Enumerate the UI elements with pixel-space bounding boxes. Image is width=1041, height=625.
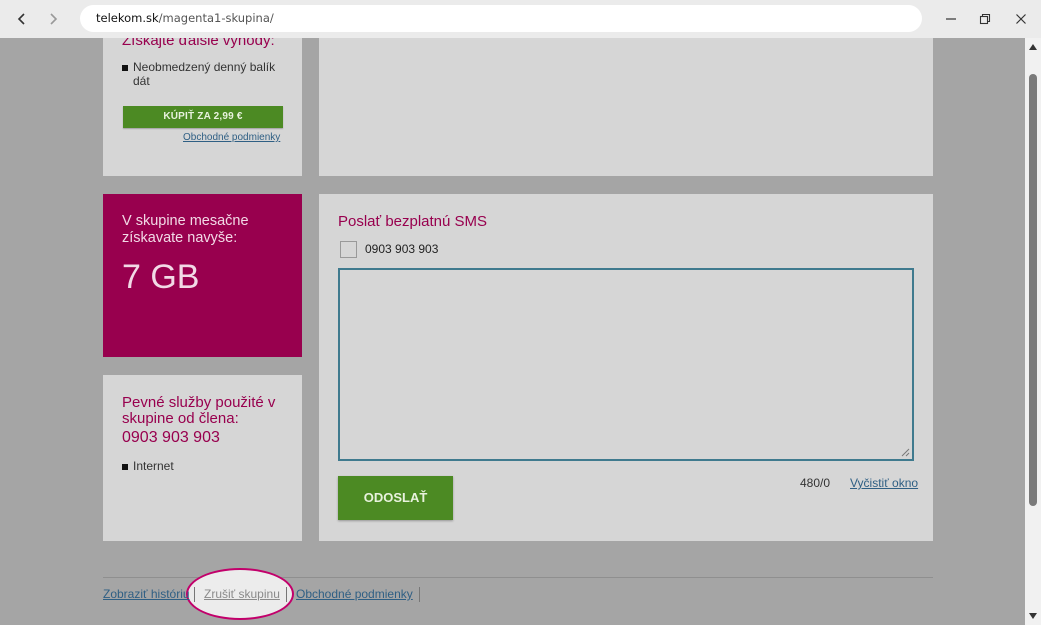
content-panel-top xyxy=(319,38,933,176)
address-bar[interactable]: telekom.sk/magenta1-skupina/ xyxy=(80,5,922,32)
chevron-right-icon xyxy=(50,13,58,25)
back-button[interactable] xyxy=(11,8,33,30)
minimize-icon xyxy=(946,18,956,20)
triangle-down-icon xyxy=(1029,613,1037,619)
scroll-up-button[interactable] xyxy=(1025,40,1041,54)
triangle-up-icon xyxy=(1029,44,1037,50)
restore-icon xyxy=(979,13,991,25)
member-number: 0903 903 903 xyxy=(122,429,220,446)
offer-bullet: Neobmedzený denný balík dát xyxy=(122,60,275,88)
group-bonus-amount: 7 GB xyxy=(122,258,200,296)
scroll-thumb[interactable] xyxy=(1029,74,1037,506)
minimize-button[interactable] xyxy=(941,9,961,29)
browser-toolbar: telekom.sk/magenta1-skupina/ xyxy=(0,0,1041,38)
close-icon xyxy=(1016,14,1026,24)
char-counter: 480/0 xyxy=(800,476,831,490)
url-host: telekom.sk xyxy=(96,11,159,25)
sms-panel: Poslať bezplatnú SMS 0903 903 903 ODOSLA… xyxy=(319,194,933,541)
restore-button[interactable] xyxy=(975,9,995,29)
group-bonus-panel: V skupine mesačne získavate navyše: 7 GB xyxy=(103,194,302,357)
group-bonus-label: V skupine mesačne získavate navyše: xyxy=(122,213,249,246)
service-name: Internet xyxy=(133,459,174,473)
vertical-scrollbar[interactable] xyxy=(1025,38,1041,625)
cancel-group-link[interactable]: Zrušiť skupinu xyxy=(204,587,280,601)
close-button[interactable] xyxy=(1011,9,1031,29)
fixed-services-heading: Pevné služby použité v skupine od člena: xyxy=(122,394,276,427)
page-viewport: Získajte ďalšie výhody: Neobmedzený denn… xyxy=(0,38,1025,625)
footer-terms-link[interactable]: Obchodné podmienky xyxy=(296,587,413,601)
footer-separator xyxy=(286,587,287,602)
recipient-checkbox[interactable] xyxy=(340,241,357,258)
send-button[interactable]: ODOSLAŤ xyxy=(338,476,453,520)
clear-window-link[interactable]: Vyčistiť okno xyxy=(850,476,918,490)
forward-button[interactable] xyxy=(42,8,64,30)
scroll-down-button[interactable] xyxy=(1025,609,1041,623)
resize-grip-icon[interactable] xyxy=(900,447,910,457)
chevron-left-icon xyxy=(17,13,25,25)
sms-message-input[interactable] xyxy=(338,268,914,461)
recipient-label: 0903 903 903 xyxy=(365,242,439,256)
offer-panel: Získajte ďalšie výhody: Neobmedzený denn… xyxy=(103,38,302,176)
footer-separator xyxy=(194,587,195,602)
offer-terms-link[interactable]: Obchodné podmienky xyxy=(183,132,280,143)
offer-heading: Získajte ďalšie výhody: xyxy=(122,38,275,49)
buy-button[interactable]: KÚPIŤ ZA 2,99 € xyxy=(123,106,283,128)
bullet-square-icon xyxy=(122,464,128,470)
show-history-link[interactable]: Zobraziť históriu xyxy=(103,587,190,601)
service-bullet: Internet xyxy=(122,459,174,473)
url-path: /magenta1-skupina/ xyxy=(158,11,274,25)
offer-bullet-text: Neobmedzený denný balík dát xyxy=(133,60,276,88)
bullet-square-icon xyxy=(122,65,128,71)
fixed-services-panel: Pevné služby použité v skupine od člena: … xyxy=(103,375,302,541)
footer-separator xyxy=(419,587,420,602)
sms-title: Poslať bezplatnú SMS xyxy=(338,213,488,230)
